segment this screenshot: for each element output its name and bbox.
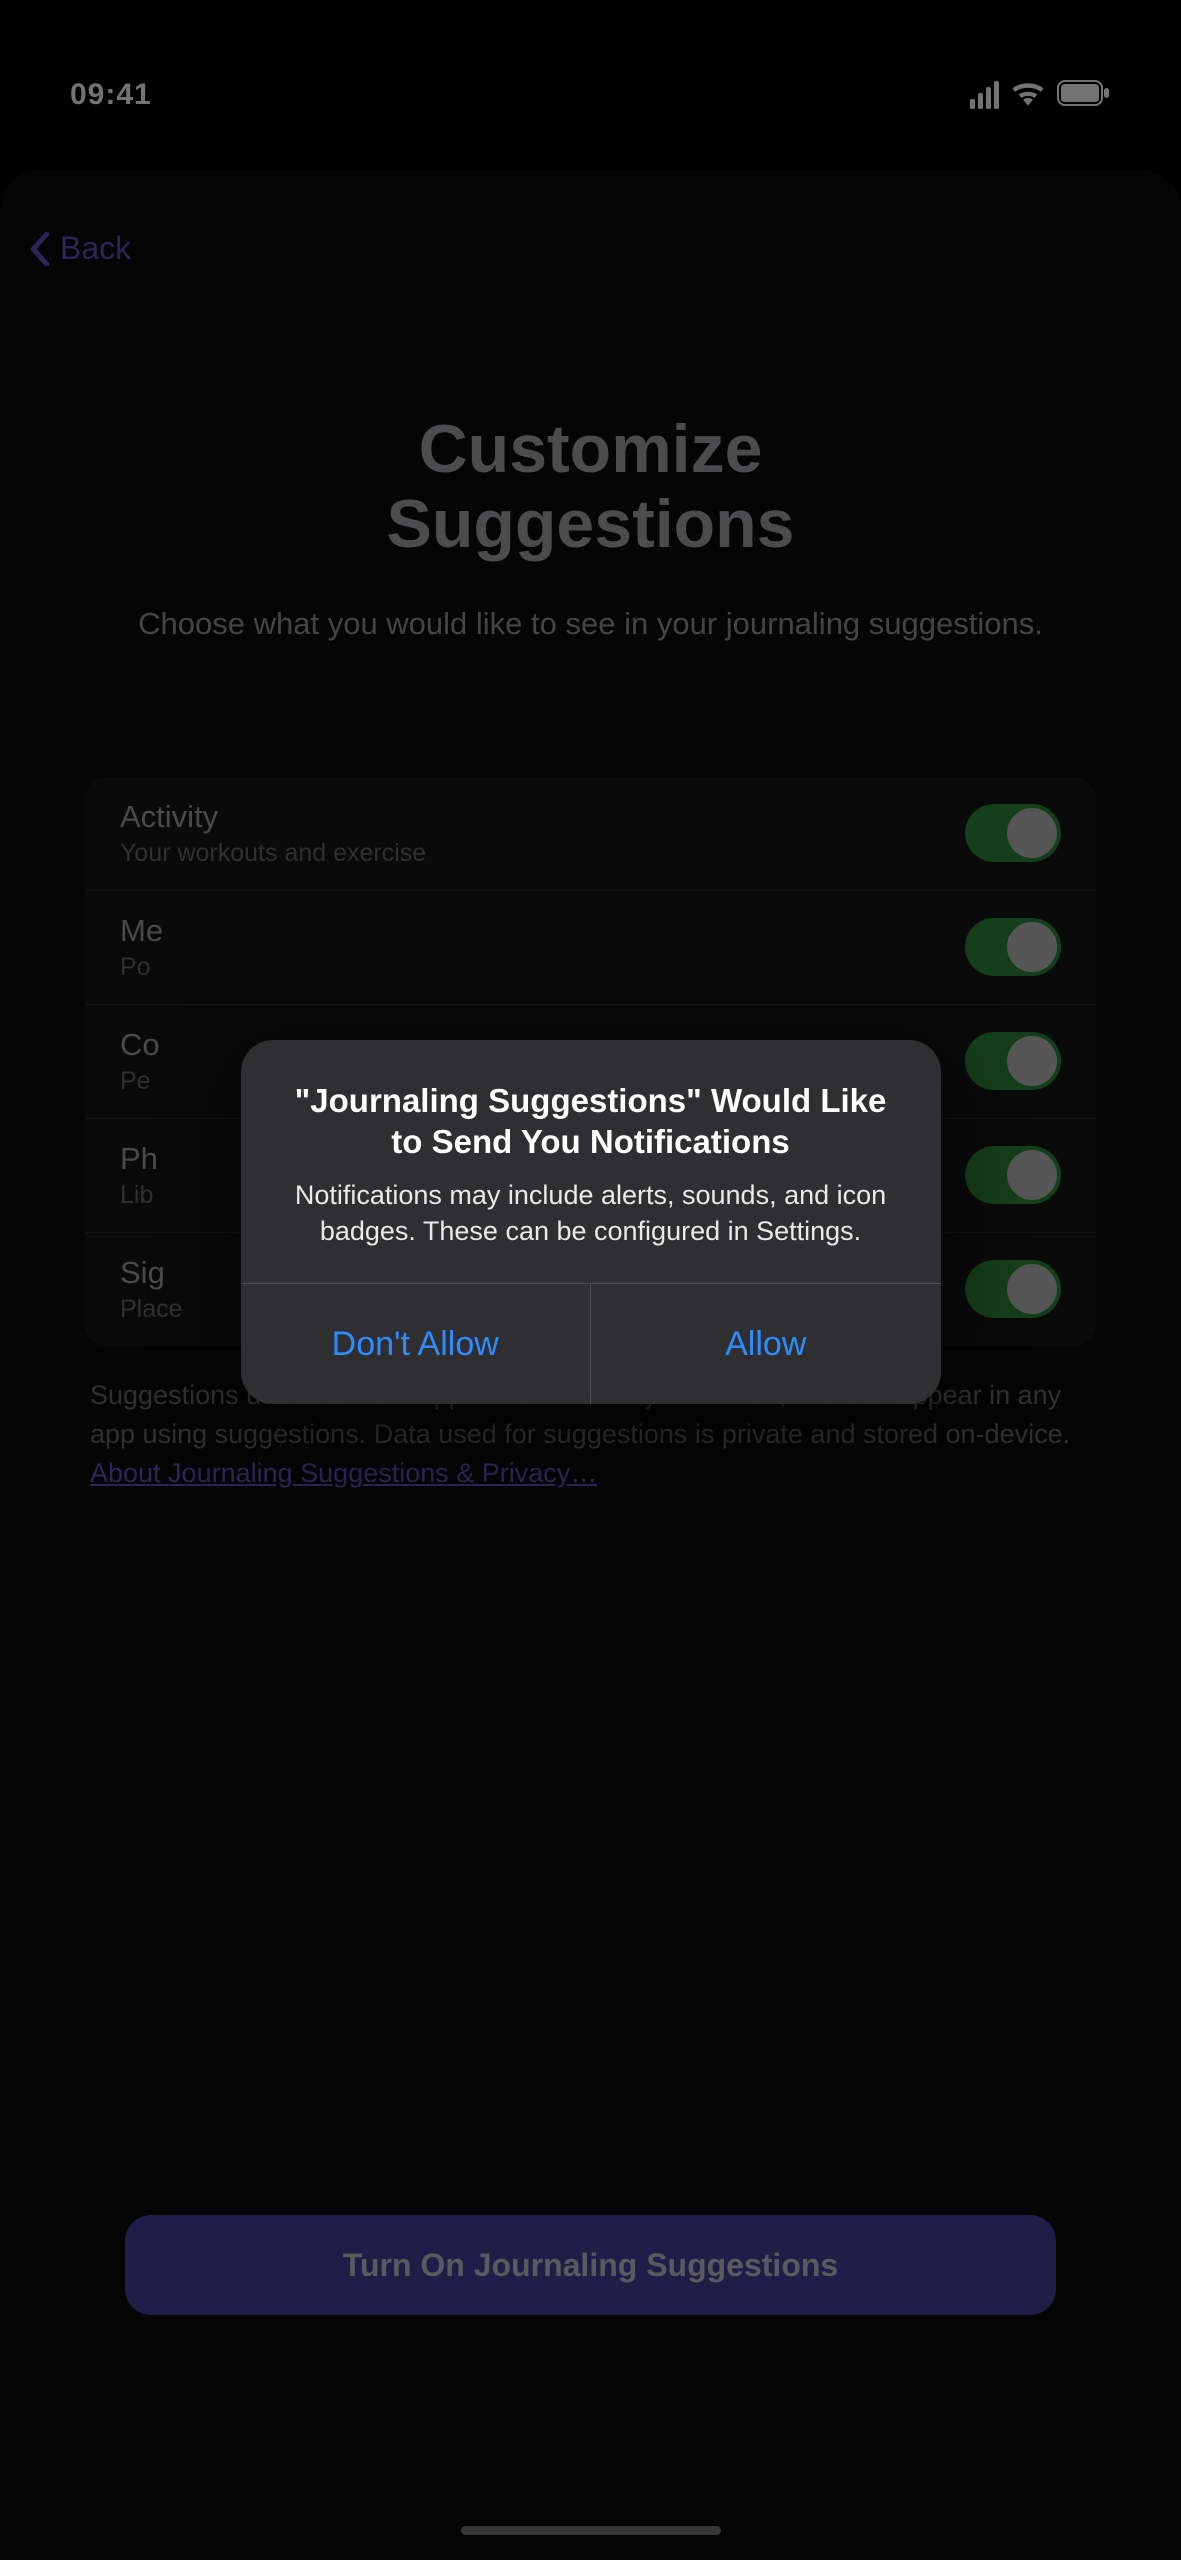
alert-message: Notifications may include alerts, sounds… (281, 1177, 901, 1250)
alert-title: "Journaling Suggestions" Would Like to S… (281, 1080, 901, 1163)
dont-allow-button[interactable]: Don't Allow (241, 1284, 592, 1404)
notification-permission-alert: "Journaling Suggestions" Would Like to S… (241, 1040, 941, 1404)
screen: 09:41 Back CustomizeSuggestions Choose w (0, 0, 1181, 2560)
allow-button[interactable]: Allow (591, 1284, 941, 1404)
